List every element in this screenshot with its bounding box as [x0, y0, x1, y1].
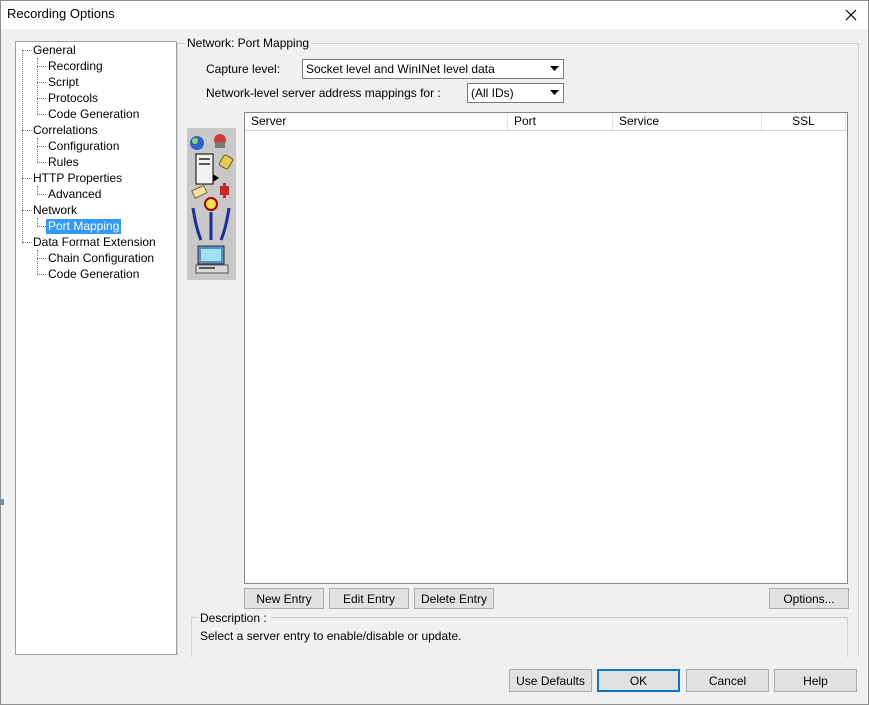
title-bar: Recording Options [1, 1, 868, 29]
tree-connector [37, 162, 46, 163]
tree-connector [37, 258, 46, 259]
ok-button[interactable]: OK [597, 669, 680, 692]
column-header-server[interactable]: Server [245, 113, 508, 130]
window-title: Recording Options [7, 6, 115, 21]
column-header-service[interactable]: Service [613, 113, 762, 130]
tree-item-port-mapping[interactable]: Port Mapping [46, 219, 122, 234]
table-header: Server Port Service SSL [245, 113, 847, 131]
tree-item-chain-configuration[interactable]: Chain Configuration [46, 251, 156, 266]
section-title: Network: Port Mapping [185, 36, 312, 50]
port-mapping-table[interactable]: Server Port Service SSL [244, 112, 848, 584]
close-button[interactable] [834, 1, 868, 29]
tree-item-http-properties[interactable]: HTTP Properties [31, 171, 124, 186]
column-header-ssl[interactable]: SSL [762, 113, 846, 130]
capture-level-label: Capture level: [206, 62, 281, 76]
tree-item-protocols[interactable]: Protocols [46, 91, 100, 106]
mappings-for-label: Network-level server address mappings fo… [206, 86, 441, 100]
tree-item-recording[interactable]: Recording [46, 59, 105, 74]
recording-options-dialog: Recording Options General Recording Scri… [0, 0, 869, 705]
capture-level-select[interactable]: Socket level and WinINet level data [302, 59, 564, 79]
tree-connector [37, 194, 46, 195]
tree-item-data-format-extension[interactable]: Data Format Extension [31, 235, 158, 250]
tree-item-general[interactable]: General [31, 43, 78, 58]
tree-connector [37, 218, 38, 226]
new-entry-button[interactable]: New Entry [244, 588, 324, 609]
tree-connector [37, 186, 38, 194]
tree-connector [37, 66, 46, 67]
close-icon [845, 9, 857, 21]
tree-item-advanced[interactable]: Advanced [46, 187, 103, 202]
tree-connector [37, 146, 46, 147]
tree-item-rules[interactable]: Rules [46, 155, 81, 170]
use-defaults-button[interactable]: Use Defaults [509, 669, 592, 692]
tree-connector [37, 114, 46, 115]
network-diagram-icon [190, 134, 234, 274]
tree-item-script[interactable]: Script [46, 75, 81, 90]
tree-item-correlations[interactable]: Correlations [31, 123, 100, 138]
mappings-for-select[interactable]: (All IDs) [467, 83, 564, 103]
column-header-port[interactable]: Port [508, 113, 613, 130]
tree-connector [37, 82, 46, 83]
help-button[interactable]: Help [774, 669, 857, 692]
tree-item-code-generation-2[interactable]: Code Generation [46, 267, 141, 282]
delete-entry-button[interactable]: Delete Entry [414, 588, 494, 609]
tree-connector [37, 98, 46, 99]
tree-connector [37, 250, 38, 274]
mappings-for-dropdown-button[interactable] [547, 85, 562, 101]
tree-item-configuration[interactable]: Configuration [46, 139, 121, 154]
window-edge-marker [1, 499, 4, 505]
tree-item-code-generation[interactable]: Code Generation [46, 107, 141, 122]
network-illustration [187, 128, 236, 280]
description-title: Description : [197, 611, 270, 625]
chevron-down-icon [550, 90, 559, 95]
tree-connector [22, 50, 23, 242]
mappings-for-value: (All IDs) [471, 86, 514, 100]
tree-connector [37, 226, 46, 227]
description-text: Select a server entry to enable/disable … [200, 629, 462, 643]
tree-connector [37, 274, 46, 275]
edit-entry-button[interactable]: Edit Entry [329, 588, 409, 609]
capture-level-dropdown-button[interactable] [547, 61, 562, 77]
options-tree[interactable]: General Recording Script Protocols Code … [15, 41, 177, 655]
tree-item-network[interactable]: Network [31, 203, 79, 218]
options-button[interactable]: Options... [769, 588, 849, 609]
tree-connector [37, 138, 38, 162]
capture-level-value: Socket level and WinINet level data [306, 62, 495, 76]
cancel-button[interactable]: Cancel [686, 669, 769, 692]
chevron-down-icon [550, 66, 559, 71]
